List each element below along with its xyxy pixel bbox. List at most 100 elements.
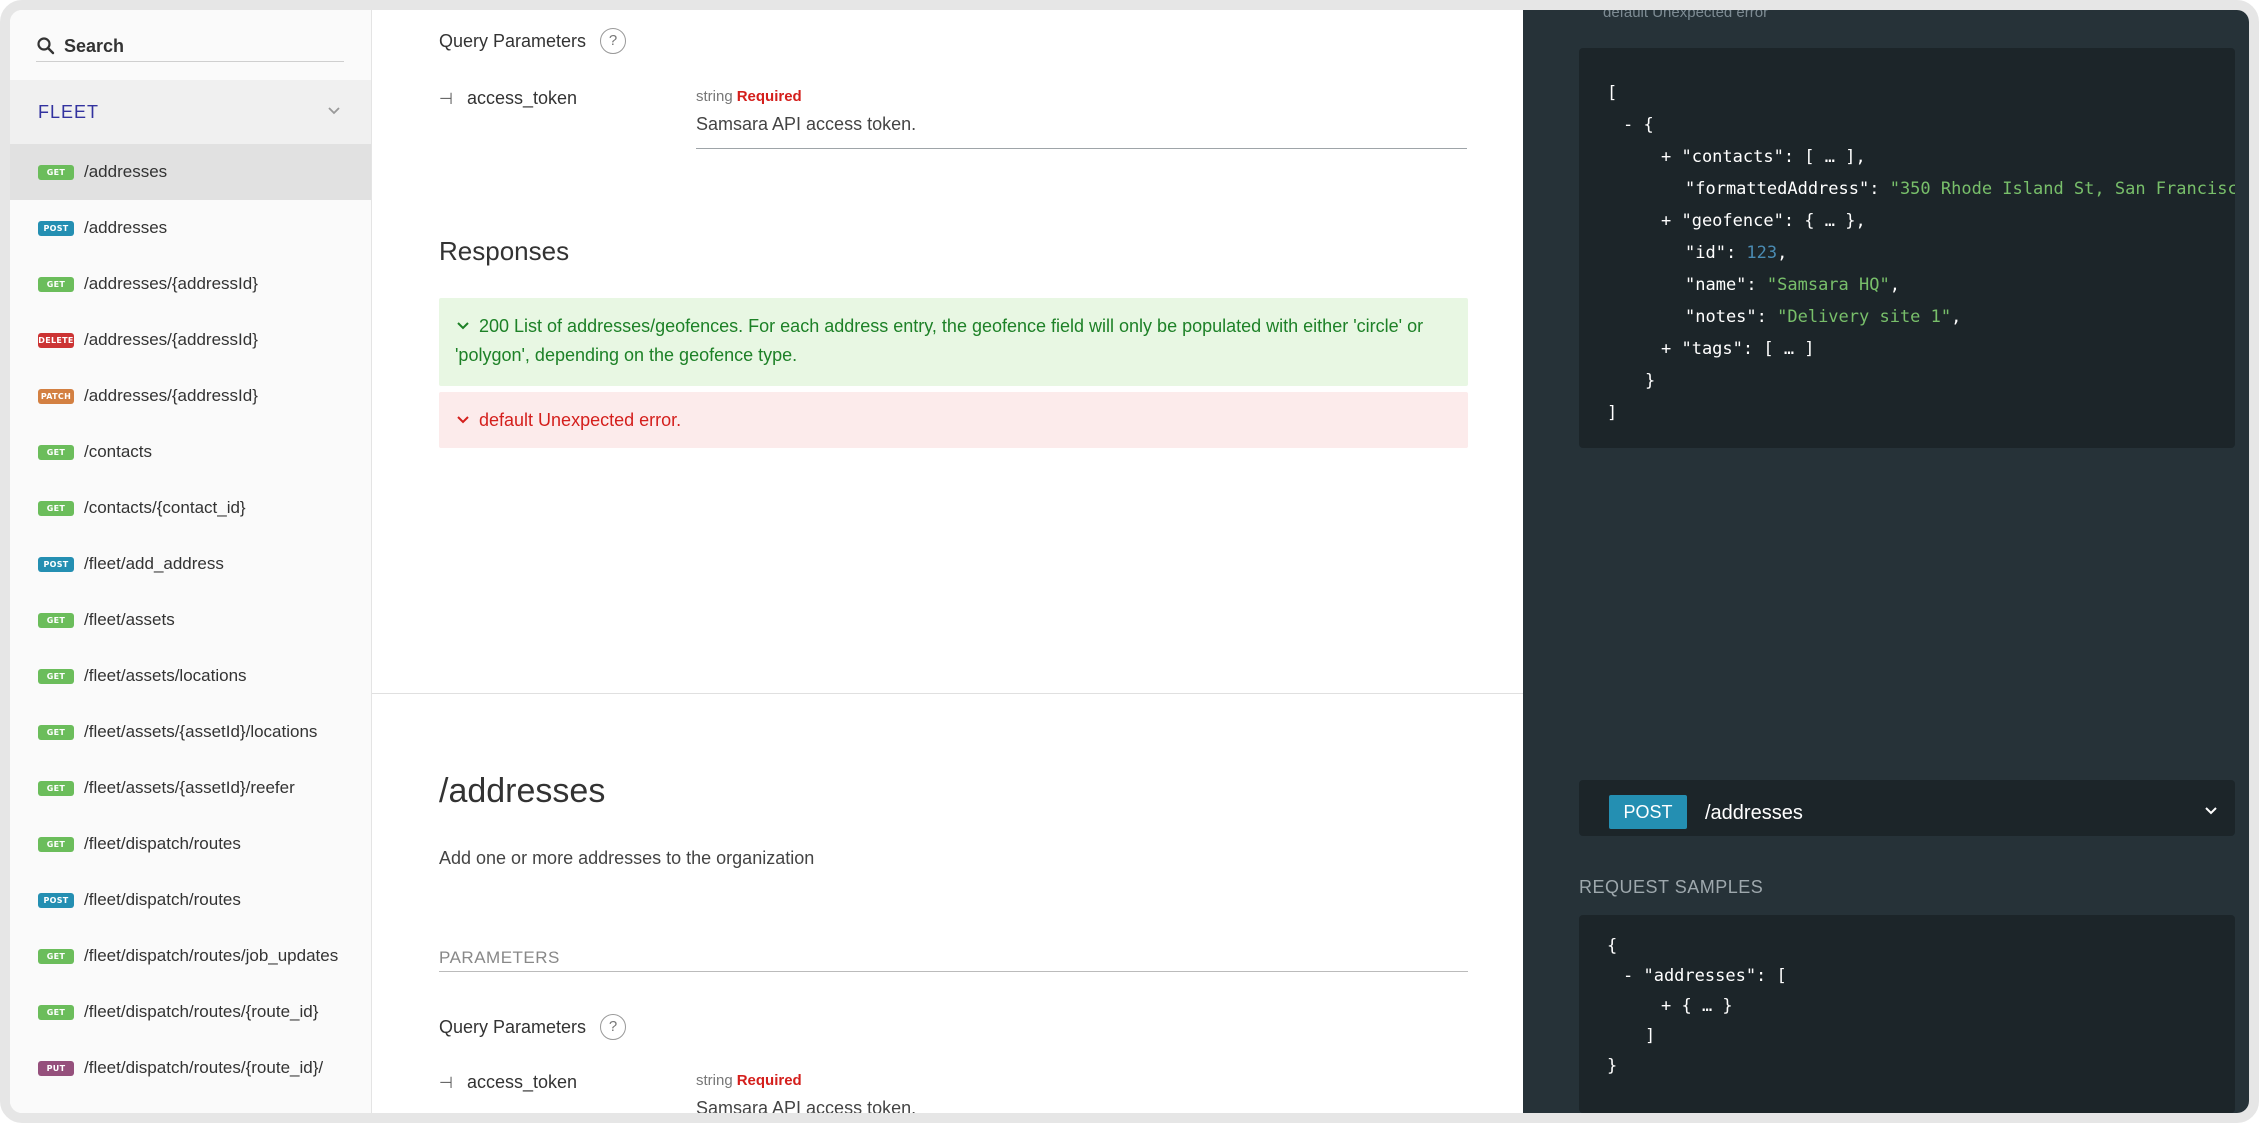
method-badge: PATCH [38, 388, 74, 404]
sidebar-item-label: /fleet/dispatch/routes/{route_id}/ [84, 1058, 324, 1077]
sidebar-item-get-fleet-dispatch-routes[interactable]: GET/fleet/dispatch/routes [10, 816, 371, 872]
param-name: ⊣ access_token [439, 1072, 577, 1093]
chevron-down-icon [455, 312, 473, 341]
sidebar-item-put-fleet-dispatch-routes-route-id[interactable]: PUT/fleet/dispatch/routes/{route_id}/ [10, 1040, 371, 1096]
param-type: string Required [696, 1072, 802, 1089]
sidebar-item-label: /fleet/assets/{assetId}/locations [84, 722, 318, 741]
sidebar-item-get-contacts[interactable]: GET/contacts [10, 424, 371, 480]
parameters-section-label: PARAMETERS [439, 948, 1468, 972]
param-required-label: Required [736, 1072, 802, 1089]
sidebar-item-label: /addresses [84, 162, 168, 181]
param-type-label: string [696, 88, 733, 105]
section-divider [372, 693, 1523, 694]
search-input[interactable]: Search [36, 32, 344, 62]
method-badge: GET [38, 276, 74, 292]
sidebar-item-post-fleet-dispatch-routes[interactable]: POST/fleet/dispatch/routes [10, 872, 371, 928]
chevron-down-icon [455, 406, 473, 435]
method-badge: GET [38, 668, 74, 684]
query-parameters-label: Query Parameters [439, 30, 587, 51]
sidebar-item-label: /fleet/assets/{assetId}/reefer [84, 778, 295, 797]
param-name-label: access_token [466, 88, 578, 108]
sidebar-item-get-fleet-assets[interactable]: GET/fleet/assets [10, 592, 371, 648]
sidebar-item-label: /fleet/dispatch/routes/{route_id} [84, 1002, 319, 1021]
query-parameters-heading: Query Parameters ? [439, 28, 627, 54]
sidebar-item-get-fleet-dispatch-routes-job-updates[interactable]: GET/fleet/dispatch/routes/job_updates [10, 928, 371, 984]
sidebar-group-label: FLEET [38, 101, 100, 122]
sidebar-item-label: /addresses/{addressId} [84, 386, 258, 405]
method-badge: GET [38, 1004, 74, 1020]
param-required-label: Required [736, 88, 802, 105]
sidebar-item-get-fleet-assets-locations[interactable]: GET/fleet/assets/locations [10, 648, 371, 704]
responses-heading: Responses [439, 236, 570, 266]
method-badge: GET [38, 164, 74, 180]
method-badge: GET [38, 780, 74, 796]
param-row: ⊣ access_token string Required Samsara AP… [439, 88, 1467, 158]
method-badge: DELETE [38, 332, 74, 348]
param-type: string Required [696, 88, 802, 105]
endpoint-description: Add one or more addresses to the organiz… [439, 848, 815, 868]
query-parameters-label: Query Parameters [439, 1016, 587, 1037]
method-badge: PUT [38, 1060, 74, 1076]
sidebar-item-label: /contacts [84, 442, 153, 461]
sidebar-item-label: /fleet/dispatch/routes [84, 890, 241, 909]
sidebar-item-label: /fleet/assets [84, 610, 175, 629]
sidebar-item-patch-addresses-addressid[interactable]: PATCH/addresses/{addressId} [10, 368, 371, 424]
method-badge: GET [38, 612, 74, 628]
response-default-text: default Unexpected error. [479, 410, 682, 430]
endpoint-path: /addresses [1705, 802, 1803, 824]
post-method-badge: POST [1609, 795, 1687, 829]
search-placeholder: Search [64, 36, 125, 56]
response-sample-code: [ - { + "contacts": [ … ], "formattedAdd… [1579, 48, 2235, 448]
endpoint-selector[interactable]: POST /addresses [1579, 780, 2235, 836]
sidebar-item-label: /contacts/{contact_id} [84, 498, 246, 517]
method-badge: POST [38, 220, 74, 236]
sidebar-item-label: /fleet/dispatch/routes/job_updates [84, 946, 339, 965]
sidebar-item-label: /addresses/{addressId} [84, 274, 258, 293]
app-window: Search FLEET GET/addresses POST/addresses… [0, 0, 2259, 1123]
help-icon[interactable]: ? [600, 1014, 627, 1040]
sidebar-nav: GET/addresses POST/addresses GET/addresses… [10, 144, 371, 1096]
param-name-label: access_token [466, 1072, 578, 1092]
main-content: Query Parameters ? ⊣ access_token string… [372, 10, 1523, 1113]
sidebar-item-get-fleet-dispatch-routes-route-id[interactable]: GET/fleet/dispatch/routes/{route_id} [10, 984, 371, 1040]
sidebar-item-get-fleet-assets-assetid-reefer[interactable]: GET/fleet/assets/{assetId}/reefer [10, 760, 371, 816]
response-default-toggle[interactable]: default Unexpected error. [439, 392, 1468, 448]
sidebar-item-get-contacts-contact-id[interactable]: GET/contacts/{contact_id} [10, 480, 371, 536]
method-badge: GET [38, 444, 74, 460]
sidebar-item-label: /fleet/assets/locations [84, 666, 247, 685]
sidebar-item-delete-addresses-addressid[interactable]: DELETE/addresses/{addressId} [10, 312, 371, 368]
method-badge: GET [38, 724, 74, 740]
response-200-toggle[interactable]: 200 List of addresses/geofences. For eac… [439, 298, 1468, 386]
sidebar-item-label: /addresses [84, 218, 168, 237]
endpoint-title: /addresses [439, 772, 606, 810]
chevron-down-icon [324, 100, 344, 125]
method-badge: POST [38, 556, 74, 572]
search-icon [36, 36, 58, 58]
tree-branch-icon: ⊣ [439, 1074, 453, 1092]
method-badge: GET [38, 836, 74, 852]
sidebar-item-label: /fleet/add_address [84, 554, 224, 573]
sidebar-group-fleet[interactable]: FLEET [10, 80, 371, 144]
param-description: Samsara API access token. [696, 1098, 917, 1118]
query-parameters-heading: Query Parameters ? [439, 1014, 627, 1040]
sidebar-item-label: /fleet/dispatch/routes [84, 834, 241, 853]
sidebar-item-post-fleet-add-address[interactable]: POST/fleet/add_address [10, 536, 371, 592]
sidebar-item-label: /addresses/{addressId} [84, 330, 258, 349]
param-description: Samsara API access token. [696, 114, 917, 134]
method-badge: GET [38, 500, 74, 516]
sidebar-item-get-fleet-assets-assetid-locations[interactable]: GET/fleet/assets/{assetId}/locations [10, 704, 371, 760]
param-row: ⊣ access_token string Required Samsara AP… [439, 1072, 1459, 1118]
sidebar-item-post-addresses[interactable]: POST/addresses [10, 200, 371, 256]
sidebar-item-get-addresses-addressid[interactable]: GET/addresses/{addressId} [10, 256, 371, 312]
response-200-text: 200 List of addresses/geofences. For eac… [455, 316, 1424, 365]
sidebar-item-get-addresses[interactable]: GET/addresses [10, 144, 371, 200]
help-icon[interactable]: ? [600, 28, 627, 54]
method-badge: POST [38, 892, 74, 908]
sidebar: Search FLEET GET/addresses POST/addresses… [10, 10, 372, 1113]
response-sample-heading: default Unexpected error [1603, 4, 1769, 21]
request-sample-code: { - "addresses": [ + { … } ] } [1579, 915, 2235, 1113]
param-type-label: string [696, 1072, 733, 1089]
method-badge: GET [38, 948, 74, 964]
code-samples-panel: default Unexpected error [ - { + "contac… [1523, 10, 2249, 1113]
param-divider [696, 148, 1467, 149]
